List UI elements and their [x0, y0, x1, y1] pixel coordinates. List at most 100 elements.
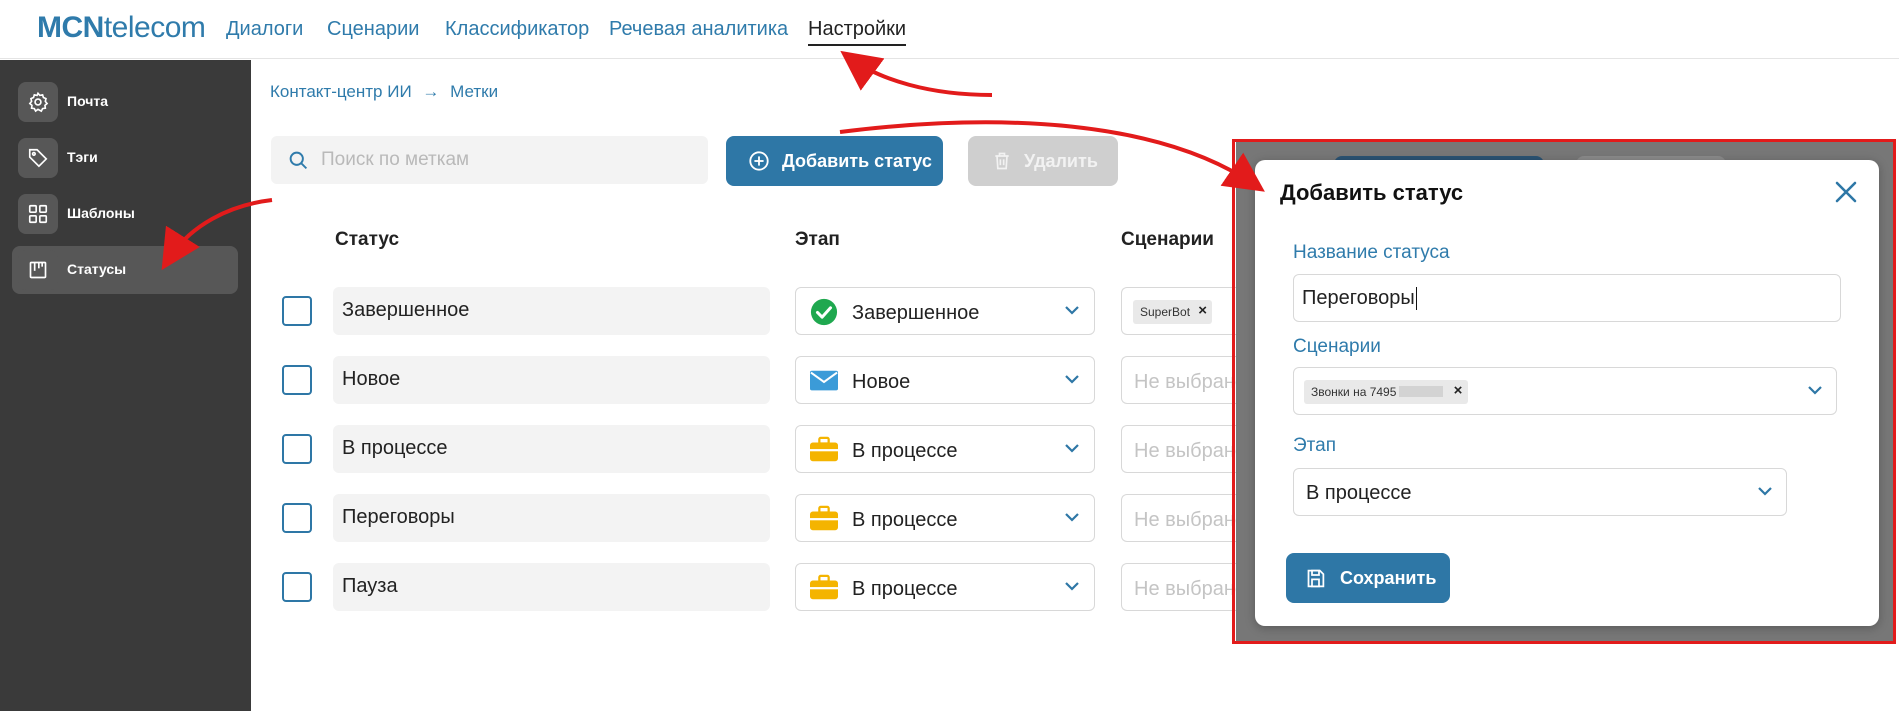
- chevron-down-icon: [1065, 513, 1079, 522]
- row-checkbox[interactable]: [282, 365, 312, 395]
- table-row: Завершенное Завершенное SuperBot ×: [0, 287, 1241, 335]
- scenario-select[interactable]: Не выбрано: [1121, 356, 1241, 404]
- arrow-to-settings: [840, 50, 993, 97]
- remove-chip-icon[interactable]: ×: [1198, 302, 1207, 319]
- stage-select[interactable]: Завершенное: [795, 287, 1095, 335]
- row-checkbox[interactable]: [282, 572, 312, 602]
- row-checkbox[interactable]: [282, 503, 312, 533]
- stage-select[interactable]: Новое: [795, 356, 1095, 404]
- breadcrumb-current: Метки: [450, 82, 499, 101]
- chevron-down-icon: [1808, 386, 1822, 395]
- stage-value: В процессе: [1306, 482, 1412, 504]
- sidebar-item-templates[interactable]: Шаблоны: [12, 190, 238, 238]
- scenarios-select[interactable]: Звонки на 7495 ×: [1293, 367, 1837, 415]
- scenario-placeholder: Не выбрано: [1134, 440, 1241, 462]
- breadcrumb-separator-icon: →: [422, 82, 440, 101]
- search-input[interactable]: Поиск по меткам: [271, 136, 708, 184]
- mcn-telecom-logo[interactable]: MCNtelecom: [37, 11, 206, 45]
- save-label: Сохранить: [1340, 568, 1437, 588]
- status-name-field[interactable]: Завершенное: [333, 287, 770, 335]
- stage-value: В процессе: [852, 440, 958, 462]
- chevron-down-icon: [1065, 444, 1079, 453]
- status-name-input[interactable]: Переговоры: [1293, 274, 1841, 322]
- briefcase-icon: [810, 436, 838, 462]
- dialog-title: Добавить статус: [1280, 180, 1464, 205]
- table-row: Пауза В процессе Не выбрано: [0, 563, 1241, 611]
- column-header-stage: Этап: [795, 229, 840, 250]
- scenario-chip-label: Звонки на 7495: [1311, 385, 1397, 399]
- status-name: Пауза: [342, 575, 398, 597]
- remove-chip-icon[interactable]: ×: [1454, 382, 1463, 399]
- scenario-select[interactable]: Не выбрано: [1121, 563, 1241, 611]
- search-icon: [289, 151, 308, 170]
- chevron-down-icon: [1758, 487, 1772, 496]
- briefcase-icon: [810, 505, 838, 531]
- scenario-select[interactable]: Не выбрано: [1121, 425, 1241, 473]
- gear-icon: [18, 82, 58, 122]
- status-name: Новое: [342, 368, 401, 390]
- status-name-field[interactable]: Переговоры: [333, 494, 770, 542]
- scenario-placeholder: Не выбрано: [1134, 578, 1241, 600]
- grid-icon: [18, 194, 58, 234]
- add-status-button[interactable]: Добавить статус: [726, 136, 943, 186]
- chevron-down-icon: [1065, 306, 1079, 315]
- add-status-dialog: Добавить статус Название статуса Перегов…: [1255, 160, 1879, 626]
- nav-classifier[interactable]: Классификатор: [445, 18, 589, 41]
- table-row: Новое Новое Не выбрано: [0, 356, 1241, 404]
- scenarios-label: Сценарии: [1293, 336, 1381, 357]
- scenario-placeholder: Не выбрано: [1134, 371, 1241, 393]
- stage-value: Завершенное: [852, 302, 980, 324]
- check-circle-icon: [810, 298, 838, 326]
- redacted-number: [1399, 386, 1444, 397]
- stage-select[interactable]: В процессе: [1293, 468, 1787, 516]
- sidebar-item-mail[interactable]: Почта: [12, 78, 238, 126]
- tag-icon: [18, 138, 58, 178]
- delete-label: Удалить: [1024, 151, 1098, 171]
- status-name-label: Название статуса: [1293, 242, 1450, 263]
- nav-scenarios[interactable]: Сценарии: [327, 18, 419, 41]
- status-name: Переговоры: [342, 506, 455, 528]
- status-name: Завершенное: [342, 299, 470, 321]
- nav-speech-analytics[interactable]: Речевая аналитика: [609, 18, 788, 41]
- status-name-field[interactable]: В процессе: [333, 425, 770, 473]
- column-header-status: Статус: [335, 229, 400, 250]
- stage-select[interactable]: В процессе: [795, 494, 1095, 542]
- row-checkbox[interactable]: [282, 296, 312, 326]
- trash-icon: [995, 152, 1009, 170]
- scenario-select[interactable]: Не выбрано: [1121, 494, 1241, 542]
- plus-circle-icon: [749, 151, 769, 171]
- status-name: В процессе: [342, 437, 448, 459]
- sidebar-item-tags[interactable]: Тэги: [12, 134, 238, 182]
- chevron-down-icon: [1065, 582, 1079, 591]
- breadcrumb: Контакт-центр ИИ → Метки: [270, 82, 498, 102]
- envelope-icon: [810, 370, 838, 391]
- scenario-chip: SuperBot ×: [1133, 300, 1213, 324]
- save-button[interactable]: Сохранить: [1286, 553, 1450, 603]
- sidebar-item-label: Тэги: [67, 149, 98, 165]
- table-row: Переговоры В процессе Не выбрано: [0, 494, 1241, 542]
- delete-button[interactable]: Удалить: [968, 136, 1118, 186]
- stage-value: Новое: [852, 371, 911, 393]
- scenario-chip: Звонки на 7495 ×: [1304, 380, 1469, 404]
- status-name-value: Переговоры: [1302, 287, 1417, 310]
- nav-settings[interactable]: Настройки: [808, 18, 907, 46]
- table-row: В процессе В процессе Не выбрано: [0, 425, 1241, 473]
- stage-select[interactable]: В процессе: [795, 425, 1095, 473]
- stage-label: Этап: [1293, 435, 1337, 456]
- scenario-placeholder: Не выбрано: [1134, 509, 1241, 531]
- breadcrumb-parent[interactable]: Контакт-центр ИИ: [270, 82, 412, 101]
- status-name-field[interactable]: Пауза: [333, 563, 770, 611]
- column-header-scenarios: Сценарии: [1121, 229, 1214, 250]
- scenario-select[interactable]: SuperBot ×: [1121, 287, 1241, 335]
- close-icon[interactable]: [1832, 178, 1860, 206]
- nav-dialogs[interactable]: Диалоги: [226, 18, 303, 41]
- row-checkbox[interactable]: [282, 434, 312, 464]
- sidebar-item-label: Шаблоны: [67, 205, 135, 221]
- top-navigation-bar: MCNtelecom Диалоги Сценарии Классификато…: [0, 0, 1899, 59]
- stage-select[interactable]: В процессе: [795, 563, 1095, 611]
- scenario-chip-label: SuperBot: [1140, 305, 1191, 319]
- board-icon: [18, 250, 58, 290]
- status-name-field[interactable]: Новое: [333, 356, 770, 404]
- sidebar-item-label: Статусы: [67, 261, 127, 277]
- chevron-down-icon: [1065, 375, 1079, 384]
